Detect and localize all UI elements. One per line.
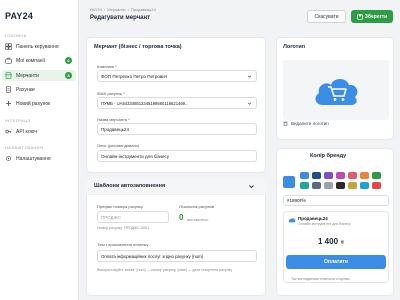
company-label: Компанія *	[97, 64, 117, 69]
chevron-down-icon[interactable]	[248, 183, 255, 190]
hex-color-input[interactable]: #1890Ffe	[283, 195, 389, 206]
color-swatch[interactable]	[312, 182, 321, 189]
purpose-input[interactable]: Оплата інформаційних послуг згідно рахун…	[97, 250, 257, 262]
prefix-label: Префікс номера рахунку	[97, 204, 143, 209]
cloud-cart-icon	[315, 79, 358, 105]
save-button-label: Зберегти	[364, 13, 388, 20]
save-icon	[357, 13, 363, 20]
briefcase-icon	[5, 57, 12, 64]
preview-amount: 1 400	[318, 237, 339, 246]
merchant-name-label: Назва мерчанта *	[97, 117, 130, 122]
app-logo[interactable]: PAY24	[5, 11, 33, 21]
preview-merchant-desc: Онлайн-інструменти для бізнесу	[298, 222, 351, 226]
logo-card-title: Логотип	[283, 44, 306, 50]
counter-suffix: виставлено	[187, 217, 209, 222]
sidebar-item-dashboard[interactable]: Панель керування	[2, 41, 76, 52]
color-swatch[interactable]	[300, 182, 309, 189]
sidebar: PAY24 ГОЛОВНА Панель керування Мої компа…	[0, 0, 79, 300]
trash-icon	[283, 121, 288, 126]
sidebar-item-label: Мої компанії	[16, 57, 45, 64]
company-value: ФОП Петренко Петро Петрович	[101, 73, 168, 79]
sidebar-item-invoices[interactable]: Рахунки	[2, 84, 76, 95]
save-button[interactable]: Зберегти	[351, 10, 393, 23]
sidebar-item-merchants[interactable]: Мерчанти 8	[2, 70, 76, 81]
iban-label: IBAN рахунок *	[97, 91, 125, 96]
iban-value: ПУМБ - UA543348512345199560118621469...	[101, 100, 189, 106]
key-icon	[5, 128, 12, 135]
sidebar-item-label: Налаштування	[16, 155, 51, 162]
color-swatch[interactable]	[312, 172, 321, 179]
color-swatch[interactable]	[336, 172, 345, 179]
logo-preview[interactable]	[283, 60, 389, 120]
template-card	[86, 178, 266, 296]
breadcrumb-separator: ›	[103, 7, 106, 12]
description-input[interactable]: Онлайн-інструменти для бізнесу	[97, 150, 257, 162]
color-swatch[interactable]	[336, 182, 345, 189]
color-swatch[interactable]	[372, 172, 381, 179]
delete-logo-button[interactable]: Видалити логотип	[283, 121, 329, 126]
sidebar-item-label: Новий рахунок	[16, 100, 51, 107]
color-swatch[interactable]	[360, 172, 369, 179]
prefix-hint: Номер рахунку: ПРОДЖС-0001	[97, 226, 150, 230]
prefix-input[interactable]: ПРОДЖС	[97, 211, 169, 223]
count-badge: 8	[65, 72, 72, 79]
color-swatch[interactable]	[360, 182, 369, 189]
grid-icon	[5, 43, 12, 50]
preview-currency: ₴	[341, 240, 344, 246]
purpose-hint: Використовуйте змінні: {num} — номер рах…	[97, 268, 233, 272]
breadcrumb-separator: ›	[127, 7, 129, 12]
page-title: Редагувати мерчант	[90, 15, 151, 21]
store-icon	[5, 72, 12, 79]
purpose-label: Текст призначення платежу	[97, 242, 149, 247]
section-label-settings: НАЛАШТУВАННЯ	[5, 145, 44, 150]
merchant-name-input[interactable]: Продавець24	[97, 123, 257, 135]
sidebar-item-api-key[interactable]: API ключ	[2, 126, 76, 137]
color-swatch[interactable]	[372, 182, 381, 189]
color-swatch[interactable]	[348, 182, 357, 189]
breadcrumb-merchants[interactable]: Мерчанти	[107, 7, 125, 12]
chevron-down-icon	[247, 75, 252, 78]
gear-icon	[5, 155, 12, 162]
company-select[interactable]: ФОП Петренко Петро Петрович	[97, 70, 257, 82]
color-swatch[interactable]	[324, 182, 333, 189]
pay-button[interactable]: Оплатити	[286, 255, 386, 269]
cloud-cart-icon	[288, 218, 296, 223]
color-swatch[interactable]	[324, 172, 333, 179]
cancel-button[interactable]: Скасувати	[307, 10, 346, 23]
template-card-title: Шаблони автозаповнення	[94, 183, 166, 189]
counter-value: 0	[179, 213, 184, 222]
sidebar-item-label: Мерчанти	[16, 72, 39, 79]
selected-color-swatch[interactable]	[283, 176, 295, 188]
section-label-main: ГОЛОВНА	[5, 33, 27, 38]
color-swatch[interactable]	[348, 172, 357, 179]
preview-merchant-name: Продавець24	[298, 216, 328, 221]
count-badge: 6	[65, 57, 72, 64]
breadcrumb: PAY24 › Мерчанти › Продавець24	[90, 7, 156, 12]
sidebar-item-new-invoice[interactable]: Новий рахунок	[2, 98, 76, 109]
sidebar-item-settings[interactable]: Налаштування	[2, 153, 76, 164]
sidebar-item-label: Рахунки	[16, 86, 35, 93]
document-icon	[5, 86, 12, 93]
delete-logo-label: Видалити логотип	[291, 121, 329, 126]
preview-footer: Так виглядатиме платіжна сторінка	[291, 277, 350, 281]
breadcrumb-root[interactable]: PAY24	[90, 7, 102, 12]
description-label: Опис (рекомендовано)	[97, 143, 140, 148]
chevron-down-icon	[247, 102, 252, 105]
sidebar-item-companies[interactable]: Мої компанії 6	[2, 55, 76, 66]
plus-icon	[5, 100, 12, 107]
merchant-card-title: Мерчант (бізнес / торгова точка)	[94, 44, 182, 50]
section-label-integrations: ІНТЕГРАЦІЇ	[5, 118, 31, 123]
iban-select[interactable]: ПУМБ - UA543348512345199560118621469...	[97, 97, 257, 109]
sidebar-item-label: API ключ	[16, 128, 37, 135]
sidebar-item-label: Панель керування	[16, 43, 59, 50]
brand-color-title: Колір бренду	[310, 153, 347, 159]
breadcrumb-current: Продавець24	[130, 7, 156, 12]
counter-label: Лічильник рахунків	[179, 204, 214, 209]
color-swatch[interactable]	[300, 172, 309, 179]
